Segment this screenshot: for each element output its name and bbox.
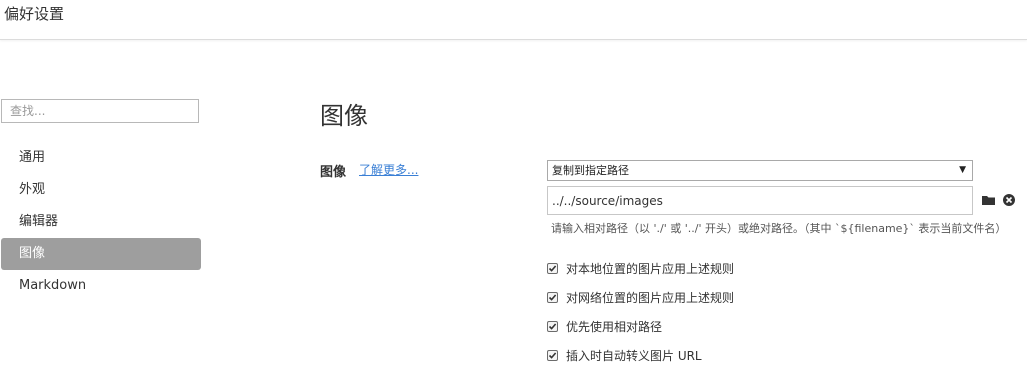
image-action-select[interactable]: 复制到指定路径 ▼ [547,160,973,181]
checkbox-apply-local[interactable]: 对本地位置的图片应用上述规则 [547,259,734,277]
checkbox-input[interactable] [547,349,558,361]
sidebar-item-editor[interactable]: 编辑器 [1,206,201,238]
learn-more-link[interactable]: 了解更多... [359,161,418,178]
checkmark-icon [548,351,557,359]
checkbox-input[interactable] [547,291,558,303]
checkbox-input[interactable] [547,262,558,274]
folder-icon[interactable] [981,192,997,208]
checkbox-escape-url[interactable]: 插入时自动转义图片 URL [547,346,702,364]
window-title: 偏好设置 [4,5,65,23]
dropdown-arrow-icon: ▼ [959,165,966,175]
sidebar-nav: 通用 外观 编辑器 图像 Markdown [1,142,201,302]
checkbox-label: 插入时自动转义图片 URL [566,348,702,363]
checkmark-icon [548,322,557,330]
checkbox-label: 对本地位置的图片应用上述规则 [566,261,735,276]
checkbox-prefer-relative[interactable]: 优先使用相对路径 [547,317,662,335]
clear-icon[interactable] [1001,192,1017,208]
path-hint-text: 请输入相对路径（以 './' 或 '../' 开头）或绝对路径。（其中 `${f… [551,222,1007,235]
checkmark-icon [548,293,557,301]
title-bar: 偏好设置 [0,0,1027,40]
image-setting-label: 图像 [320,165,347,180]
checkbox-label: 对网络位置的图片应用上述规则 [566,290,735,305]
checkbox-input[interactable] [547,320,558,332]
image-path-input[interactable] [547,186,973,215]
sidebar-item-markdown[interactable]: Markdown [1,270,201,302]
checkbox-apply-network[interactable]: 对网络位置的图片应用上述规则 [547,288,734,306]
search-input[interactable] [1,99,199,123]
checkbox-label: 优先使用相对路径 [566,319,663,334]
checkmark-icon [548,264,557,272]
page-title: 图像 [320,102,368,130]
sidebar-item-image[interactable]: 图像 [1,238,201,270]
sidebar-item-general[interactable]: 通用 [1,142,201,174]
image-action-select-value: 复制到指定路径 [552,164,629,177]
sidebar-item-appearance[interactable]: 外观 [1,174,201,206]
